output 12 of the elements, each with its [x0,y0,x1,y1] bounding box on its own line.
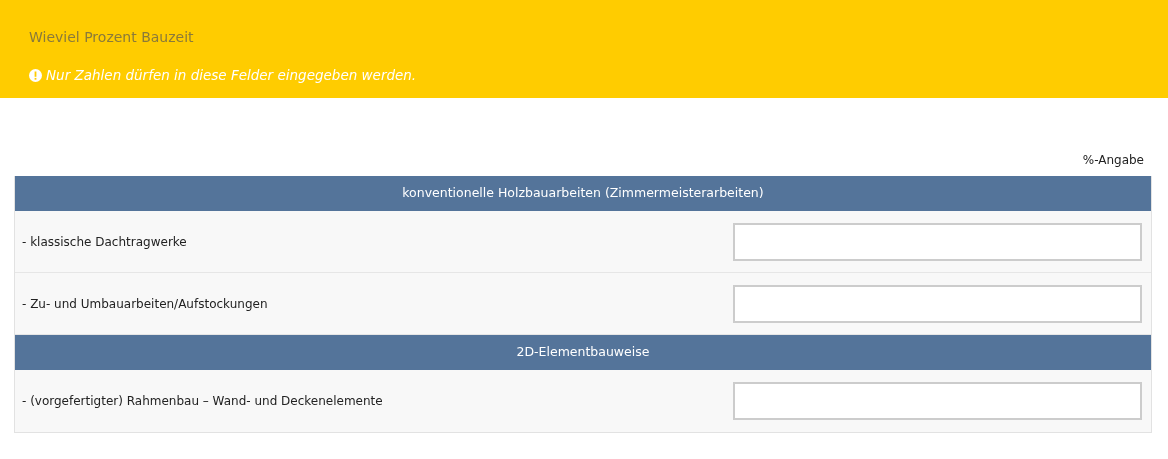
row-label: - klassische Dachtragwerke [22,233,188,251]
percent-input[interactable] [733,284,1142,323]
percent-input[interactable] [733,222,1142,261]
exclamation-icon [29,68,42,82]
row-label: - Zu- und Umbauarbeiten/Aufstockungen [22,295,269,313]
row-label: - (vorgefertigter) Rahmenbau – Wand- und Deckenelemente [22,393,384,410]
section-header: 2D-Elementbauweise [15,335,1151,370]
percent-input[interactable] [733,382,1142,420]
page-title: Wieviel Prozent Bauzeit [29,28,194,47]
section-header: konventionelle Holzbauarbeiten (Zimmermeisterarbeiten) [15,176,1151,211]
column-label: %-Angabe [1082,152,1144,169]
notice-text: Nur Zahlen dürfen in diese Felder eingegeben werden. [46,66,417,85]
